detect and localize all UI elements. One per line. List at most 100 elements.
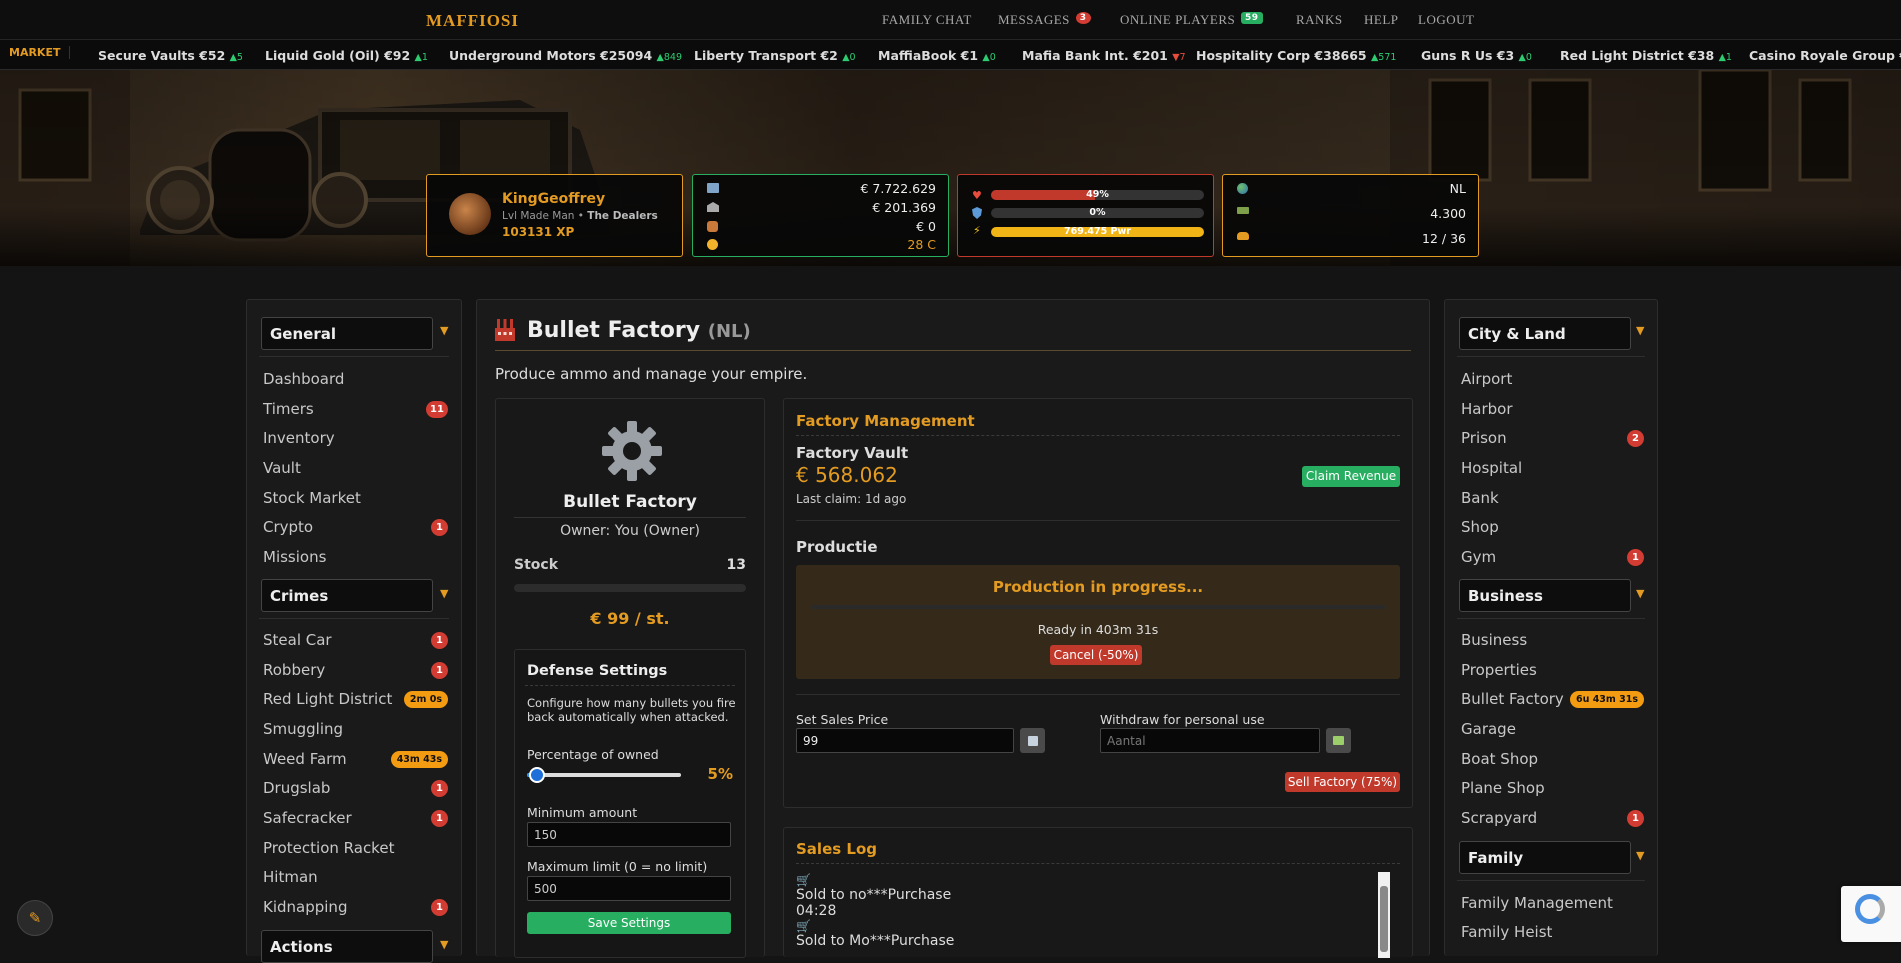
sidebar-item-scrapyard[interactable]: Scrapyard bbox=[1461, 809, 1537, 827]
country-value: NL bbox=[1449, 181, 1466, 196]
ticker-item[interactable]: Casino Royale Group €4 bbox=[1749, 48, 1901, 63]
sidebar-item-prison[interactable]: Prison bbox=[1461, 429, 1507, 447]
sidebar-item-steal-car[interactable]: Steal Car bbox=[263, 631, 332, 649]
chevron-down-icon[interactable]: ▼ bbox=[1636, 587, 1644, 600]
nav-logout[interactable]: LOGOUT bbox=[1418, 12, 1474, 28]
nav-family-chat[interactable]: FAMILY CHAT bbox=[882, 12, 972, 28]
ticker-item[interactable]: Secure Vaults €52 ▲5 bbox=[98, 48, 243, 63]
chevron-down-icon[interactable]: ▼ bbox=[440, 938, 448, 951]
sidebar-item-protection-racket[interactable]: Protection Racket bbox=[263, 839, 394, 857]
sidebar-item-shop[interactable]: Shop bbox=[1461, 518, 1499, 536]
edit-floating-button[interactable]: ✎ bbox=[17, 900, 53, 936]
ticker-item[interactable]: Liquid Gold (Oil) €92 ▲1 bbox=[265, 48, 428, 63]
ticker-change: ▲0 bbox=[1518, 52, 1532, 63]
site-logo[interactable]: MAFFIOSI bbox=[426, 11, 519, 31]
sales-log-list[interactable]: 🛒 Sold to no***Purchase 04:28 🛒 Sold to … bbox=[796, 873, 1386, 958]
hero-background-art bbox=[0, 70, 1901, 266]
sidebar-item-harbor[interactable]: Harbor bbox=[1461, 400, 1513, 418]
player-name[interactable]: KingGeoffrey bbox=[502, 191, 605, 207]
save-settings-button[interactable]: Save Settings bbox=[527, 912, 731, 934]
sidebar-item-dashboard[interactable]: Dashboard bbox=[263, 370, 344, 388]
sales-price-input[interactable]: 99 bbox=[796, 728, 1014, 753]
recaptcha-badge[interactable] bbox=[1841, 886, 1901, 942]
market-label: MARKET bbox=[0, 46, 71, 59]
divider bbox=[259, 356, 449, 357]
sidebar-item-hospital[interactable]: Hospital bbox=[1461, 459, 1522, 477]
sidebar-item-robbery[interactable]: Robbery bbox=[263, 661, 325, 679]
safecracker-badge: 1 bbox=[431, 810, 448, 827]
sidebar-item-stock-market[interactable]: Stock Market bbox=[263, 489, 361, 507]
withdraw-amount-input[interactable]: Aantal bbox=[1100, 728, 1320, 753]
sidebar-item-drugslab[interactable]: Drugslab bbox=[263, 779, 330, 797]
sidebar-item-properties[interactable]: Properties bbox=[1461, 661, 1537, 679]
scrollbar-thumb[interactable] bbox=[1380, 886, 1388, 952]
factory-management-panel: Factory Management Factory Vault € 568.0… bbox=[783, 398, 1413, 808]
ticker-price: €3 bbox=[1496, 48, 1515, 63]
nav-help[interactable]: HELP bbox=[1364, 12, 1399, 28]
sidebar-item-hitman[interactable]: Hitman bbox=[263, 868, 318, 886]
minimum-amount-input[interactable]: 150 bbox=[527, 822, 731, 847]
sidebar-item-safecracker[interactable]: Safecracker bbox=[263, 809, 352, 827]
nav-ranks[interactable]: RANKS bbox=[1296, 12, 1343, 28]
menu-dropdown-business[interactable]: Business bbox=[1459, 579, 1631, 612]
chevron-down-icon[interactable]: ▼ bbox=[440, 324, 448, 337]
sidebar-item-kidnapping[interactable]: Kidnapping bbox=[263, 898, 347, 916]
chevron-down-icon[interactable]: ▼ bbox=[440, 587, 448, 600]
save-price-button[interactable] bbox=[1020, 728, 1045, 753]
ticker-item[interactable]: Red Light District €38 ▲1 bbox=[1560, 48, 1732, 63]
sidebar-item-garage[interactable]: Garage bbox=[1461, 720, 1516, 738]
divider bbox=[1457, 356, 1645, 357]
sidebar-item-bullet-factory[interactable]: Bullet Factory bbox=[1461, 690, 1564, 708]
sidebar-item-timers[interactable]: Timers bbox=[263, 400, 314, 418]
sidebar-item-gym[interactable]: Gym bbox=[1461, 548, 1496, 566]
left-sidebar: General ▼ Dashboard Timers 11 Inventory … bbox=[246, 299, 462, 963]
scrollbar[interactable] bbox=[1378, 872, 1390, 958]
ticker-item[interactable]: Underground Motors €25094 ▲849 bbox=[449, 48, 682, 63]
ticker-item[interactable]: Guns R Us €3 ▲0 bbox=[1421, 48, 1532, 63]
percentage-slider[interactable] bbox=[527, 767, 681, 783]
menu-dropdown-general[interactable]: General bbox=[261, 317, 433, 350]
pencil-icon: ✎ bbox=[28, 909, 42, 927]
sidebar-item-business[interactable]: Business bbox=[1461, 631, 1527, 649]
avatar[interactable] bbox=[449, 193, 491, 235]
ticker-name: Liquid Gold (Oil) bbox=[265, 48, 380, 63]
family-name[interactable]: The Dealers bbox=[587, 210, 658, 222]
profile-box[interactable]: KingGeoffrey Lvl Made Man • The Dealers … bbox=[426, 174, 683, 257]
sidebar-item-weed-farm[interactable]: Weed Farm bbox=[263, 750, 347, 768]
sidebar-item-boat-shop[interactable]: Boat Shop bbox=[1461, 750, 1538, 768]
ticker-item[interactable]: Hospitality Corp €38665 ▲571 bbox=[1196, 48, 1396, 63]
menu-dropdown-city-land[interactable]: City & Land bbox=[1459, 317, 1631, 350]
sidebar-item-airport[interactable]: Airport bbox=[1461, 370, 1512, 388]
sidebar-item-vault[interactable]: Vault bbox=[263, 459, 301, 477]
sidebar-item-smuggling[interactable]: Smuggling bbox=[263, 720, 343, 738]
sidebar-item-missions[interactable]: Missions bbox=[263, 548, 326, 566]
nav-messages[interactable]: MESSAGES 3 bbox=[998, 12, 1091, 28]
last-claim: Last claim: 1d ago bbox=[796, 492, 907, 506]
sell-factory-button[interactable]: Sell Factory (75%) bbox=[1285, 772, 1400, 792]
sidebar-item-bank[interactable]: Bank bbox=[1461, 489, 1499, 507]
ticker-item[interactable]: Mafia Bank Int. €201 ▼7 bbox=[1022, 48, 1186, 63]
withdraw-button[interactable] bbox=[1326, 728, 1351, 753]
moneybag-icon bbox=[707, 221, 718, 232]
slider-thumb[interactable] bbox=[528, 767, 545, 783]
sidebar-item-family-management[interactable]: Family Management bbox=[1461, 894, 1613, 912]
menu-dropdown-actions[interactable]: Actions bbox=[261, 930, 433, 963]
sidebar-item-red-light-district[interactable]: Red Light District bbox=[263, 690, 392, 708]
player-rank: Lvl Made Man • The Dealers bbox=[502, 210, 658, 222]
right-sidebar: City & Land ▼ Airport Harbor Prison 2 Ho… bbox=[1444, 299, 1658, 956]
nav-online-label: ONLINE PLAYERS bbox=[1120, 12, 1236, 27]
sidebar-item-family-heist[interactable]: Family Heist bbox=[1461, 923, 1552, 941]
claim-revenue-button[interactable]: Claim Revenue bbox=[1302, 466, 1400, 487]
menu-dropdown-crimes[interactable]: Crimes bbox=[261, 579, 433, 612]
ticker-item[interactable]: MaffiaBook €1 ▲0 bbox=[878, 48, 996, 63]
nav-online-players[interactable]: ONLINE PLAYERS 59 bbox=[1120, 12, 1263, 28]
chevron-down-icon[interactable]: ▼ bbox=[1636, 324, 1644, 337]
ticker-item[interactable]: Liberty Transport €2 ▲0 bbox=[694, 48, 856, 63]
chevron-down-icon[interactable]: ▼ bbox=[1636, 849, 1644, 862]
sidebar-item-inventory[interactable]: Inventory bbox=[263, 429, 335, 447]
sidebar-item-crypto[interactable]: Crypto bbox=[263, 518, 313, 536]
menu-dropdown-family[interactable]: Family bbox=[1459, 841, 1631, 874]
cancel-production-button[interactable]: Cancel (-50%) bbox=[1050, 645, 1142, 665]
sidebar-item-plane-shop[interactable]: Plane Shop bbox=[1461, 779, 1545, 797]
maximum-limit-input[interactable]: 500 bbox=[527, 876, 731, 901]
